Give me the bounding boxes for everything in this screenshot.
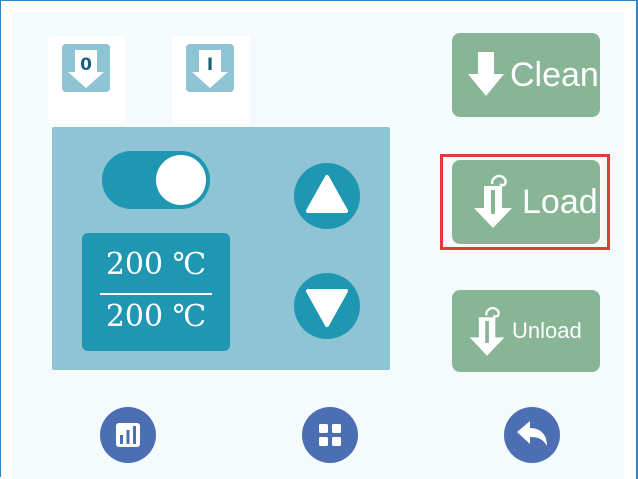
extruder-0-label: 0 bbox=[80, 55, 92, 75]
temperature-down-button[interactable] bbox=[294, 273, 360, 339]
extruder-1-label: I bbox=[207, 55, 213, 75]
triangle-up-icon bbox=[306, 175, 348, 213]
extruder-1-tab[interactable]: I bbox=[172, 36, 250, 124]
filament-unload-icon bbox=[469, 306, 505, 356]
unload-label: Unload bbox=[512, 318, 582, 343]
triangle-down-icon bbox=[306, 289, 348, 327]
toggle-knob bbox=[156, 155, 206, 205]
target-temperature: 200 ℃ bbox=[105, 299, 207, 334]
load-label: Load bbox=[522, 183, 598, 221]
extruder-0-icon: 0 bbox=[62, 44, 110, 92]
back-arrow-icon bbox=[517, 421, 547, 446]
stats-nav-button[interactable] bbox=[100, 407, 156, 463]
heater-toggle[interactable] bbox=[102, 151, 210, 209]
back-nav-button[interactable] bbox=[504, 407, 560, 463]
load-button[interactable]: Load bbox=[452, 160, 600, 244]
menu-nav-button[interactable] bbox=[302, 407, 358, 463]
clean-button[interactable]: Clean bbox=[452, 33, 600, 117]
clean-label: Clean bbox=[510, 56, 599, 94]
temperature-display[interactable]: 200 ℃ 200 ℃ bbox=[82, 233, 230, 351]
arrow-down-icon bbox=[468, 52, 504, 96]
filament-load-icon bbox=[474, 174, 512, 228]
unload-button[interactable]: Unload bbox=[452, 290, 600, 372]
extruder-1-icon: I bbox=[186, 44, 234, 92]
temperature-up-button[interactable] bbox=[294, 163, 360, 229]
grid-icon bbox=[319, 424, 341, 446]
extruder-0-tab[interactable]: 0 bbox=[48, 36, 126, 124]
current-temperature: 200 ℃ bbox=[105, 247, 207, 282]
bar-chart-icon bbox=[116, 423, 140, 447]
temperature-divider bbox=[100, 293, 212, 295]
temperature-panel: 200 ℃ 200 ℃ bbox=[52, 127, 390, 370]
